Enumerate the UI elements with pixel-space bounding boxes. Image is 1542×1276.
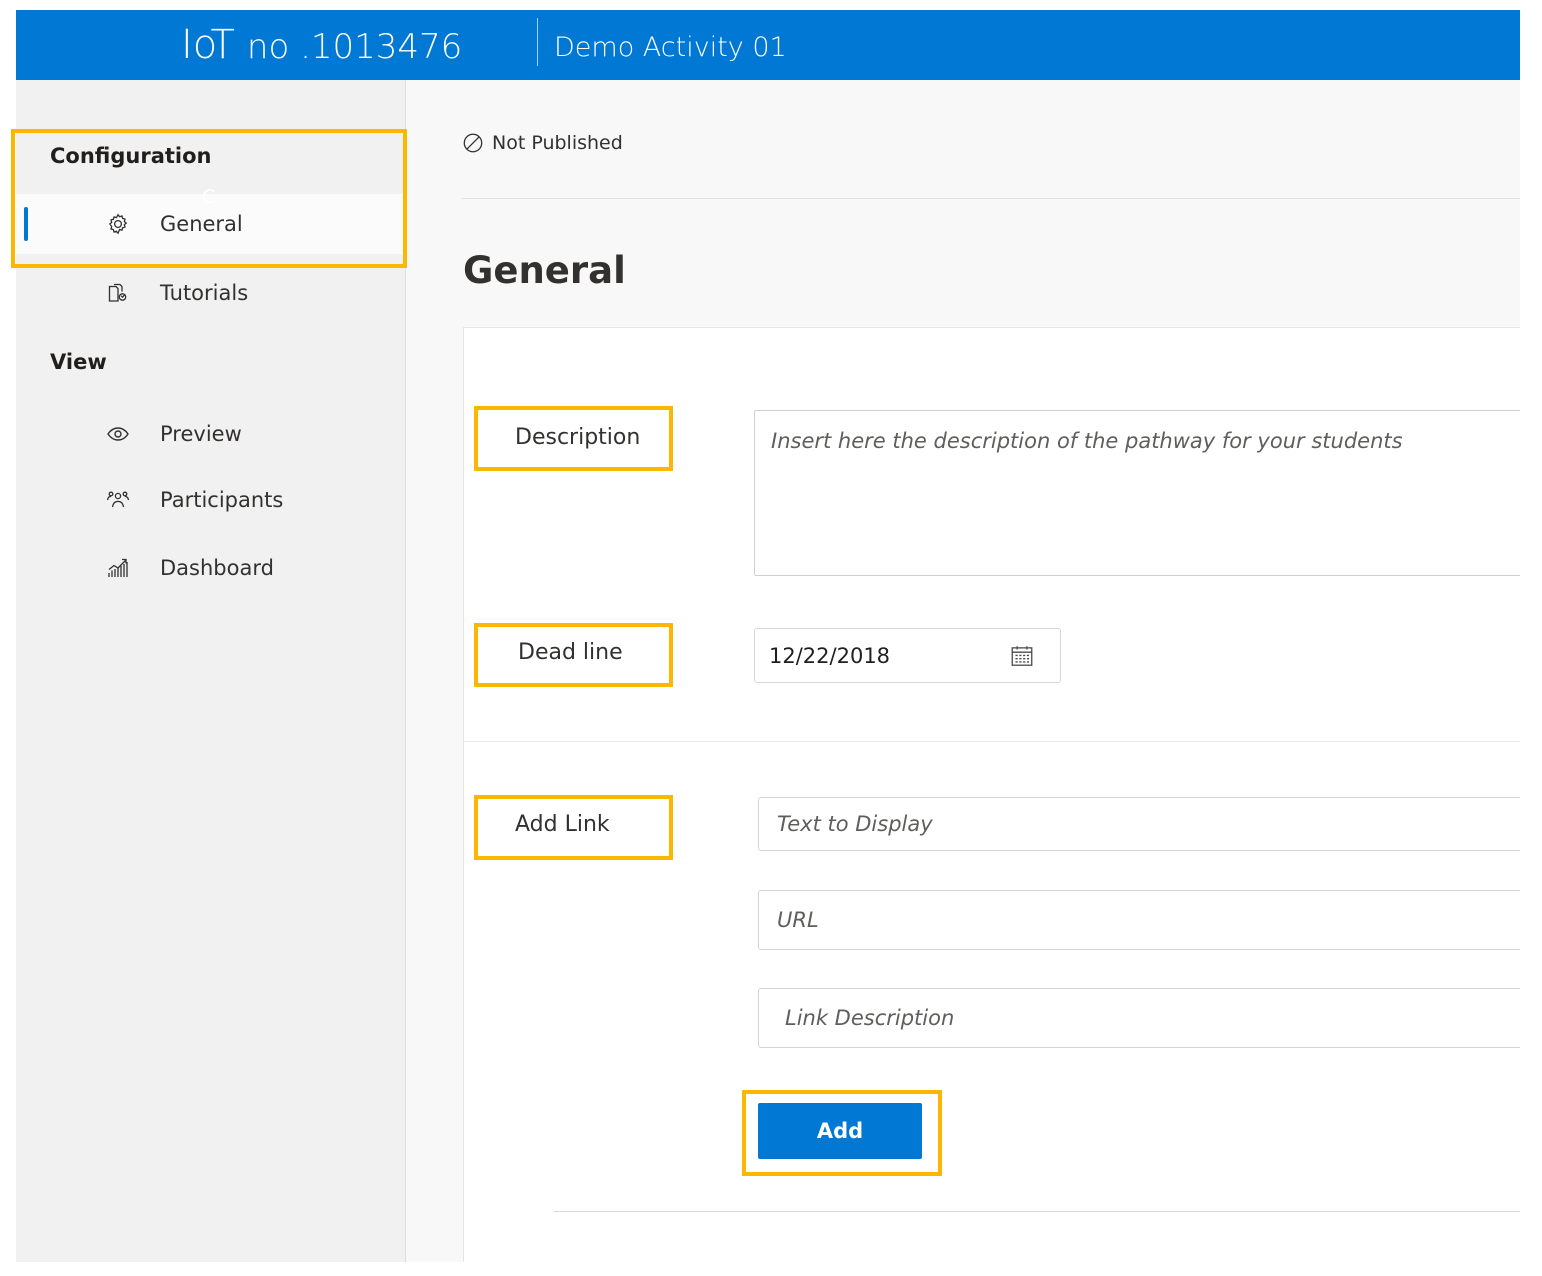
add-link-label: Add Link <box>515 812 610 837</box>
link-text-input[interactable] <box>758 797 1520 851</box>
sidebar-item-dashboard[interactable]: Dashboard <box>16 538 406 598</box>
app-title-id: no .1013476 <box>246 27 463 67</box>
calendar-icon[interactable] <box>1007 642 1037 670</box>
sidebar-item-general[interactable]: General C <box>16 186 406 254</box>
description-textarea[interactable] <box>754 410 1520 576</box>
divider <box>462 198 1520 199</box>
sidebar-group-configuration: Configuration <box>50 144 212 168</box>
sidebar-item-preview[interactable]: Preview <box>16 404 406 464</box>
gear-icon <box>104 210 132 238</box>
link-url-input[interactable] <box>758 890 1520 950</box>
publish-status-label: Not Published <box>492 132 623 154</box>
deadline-value: 12/22/2018 <box>769 643 891 668</box>
active-indicator <box>24 207 28 241</box>
app-window: IoT no .1013476 Demo Activity 01 Configu… <box>16 10 1520 1262</box>
publish-status: Not Published <box>462 132 623 154</box>
divider <box>464 741 1520 742</box>
top-bar: IoT no .1013476 Demo Activity 01 <box>16 10 1520 80</box>
activity-name: Demo Activity 01 <box>554 32 787 63</box>
sidebar-item-tutorials[interactable]: Tutorials <box>16 263 406 323</box>
people-icon <box>104 486 132 514</box>
blocked-icon <box>463 133 483 153</box>
divider <box>554 1211 1520 1212</box>
add-link-button[interactable]: Add <box>758 1103 922 1159</box>
page-title: General <box>463 249 626 292</box>
sidebar-item-label: Dashboard <box>160 556 274 580</box>
app-title: IoT no .1013476 <box>181 20 462 70</box>
link-description-input[interactable] <box>758 988 1520 1048</box>
deadline-label: Dead line <box>518 640 623 665</box>
general-form-card: Description Dead line 12/22/2018 Add Lin… <box>463 327 1520 1262</box>
sidebar-item-label: Participants <box>160 488 284 512</box>
sidebar-item-label: General <box>160 212 243 236</box>
deadline-date-picker[interactable]: 12/22/2018 <box>754 628 1061 683</box>
stray-character: C <box>202 186 216 208</box>
sidebar: Configuration General C Tutorials View P… <box>16 80 406 1262</box>
description-label: Description <box>515 425 641 450</box>
main-content: Not Published General Description Dead l… <box>407 80 1520 1262</box>
title-divider <box>537 18 538 66</box>
tutorials-icon <box>104 279 132 307</box>
sidebar-group-view: View <box>50 350 107 374</box>
sidebar-item-label: Tutorials <box>160 281 249 305</box>
app-title-main: IoT <box>181 22 235 68</box>
eye-icon <box>104 420 132 448</box>
chart-icon <box>104 554 132 582</box>
sidebar-item-participants[interactable]: Participants <box>16 470 406 530</box>
sidebar-item-label: Preview <box>160 422 242 446</box>
